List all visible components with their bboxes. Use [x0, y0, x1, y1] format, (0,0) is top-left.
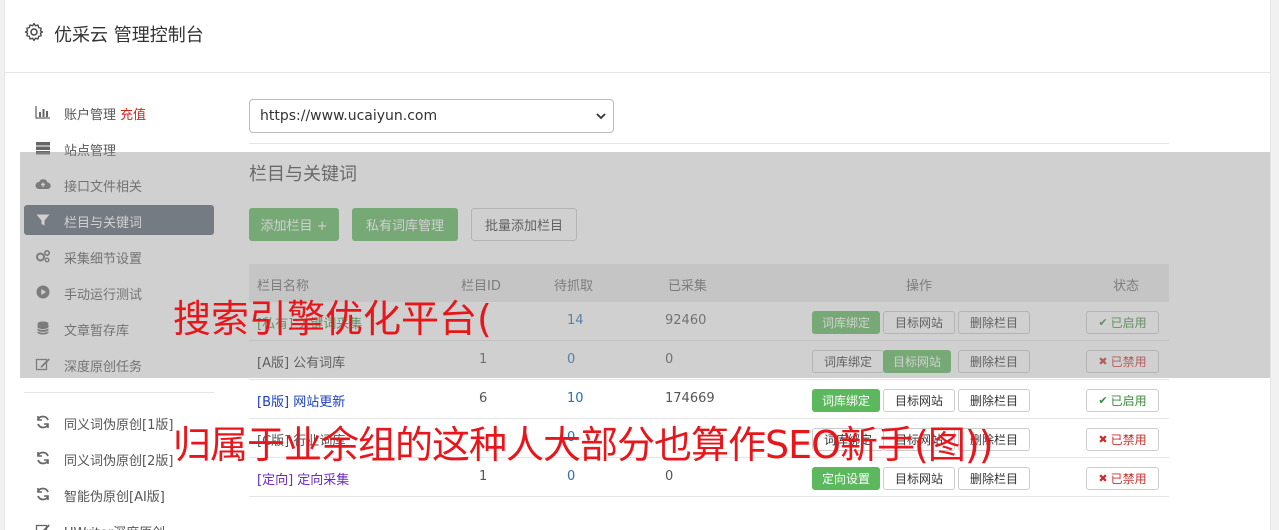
delete-column-button[interactable]: 删除栏目 — [958, 389, 1030, 412]
target-site-button[interactable]: 目标网站 — [883, 389, 955, 412]
edit-icon — [35, 523, 51, 530]
sidebar-item-label: 智能伪原创[AI版] — [64, 490, 165, 505]
pending-count[interactable]: 0 — [567, 352, 575, 367]
check-icon: ✔ — [1098, 394, 1108, 407]
target-site-button[interactable]: 目标网站 — [883, 350, 951, 373]
server-icon — [35, 141, 51, 155]
site-select-value: https://www.ucaiyun.com — [260, 108, 438, 124]
cogs-icon — [35, 249, 51, 263]
sidebar-item-label: UWriter深度原创 — [64, 522, 165, 530]
column-name-link[interactable]: [A版] 公有词库 — [257, 352, 345, 371]
bar-chart-icon — [35, 105, 51, 119]
status-label: 已禁用 — [1110, 433, 1147, 447]
sidebar-item-label: 同义词伪原创[1版] — [64, 418, 174, 433]
status-label: 已启用 — [1110, 316, 1147, 330]
status-label: 已禁用 — [1110, 355, 1147, 369]
filter-icon — [35, 213, 51, 227]
sidebar-item-label: 手动运行测试 — [64, 288, 143, 303]
sidebar-item-label: 站点管理 — [64, 144, 117, 159]
sidebar-item-uwriter[interactable]: UWriter深度原创 — [24, 515, 214, 530]
delete-column-button[interactable]: 删除栏目 — [958, 311, 1030, 334]
sidebar-divider — [24, 392, 214, 393]
column-id: 1 — [479, 469, 488, 484]
column-name-link[interactable]: [B版] 网站更新 — [257, 391, 345, 410]
collected-count: 0 — [665, 352, 674, 367]
sidebar-item-ai-pseudo-original[interactable]: 智能伪原创[AI版] — [24, 479, 214, 509]
column-name-link[interactable]: [定向] 定向采集 — [257, 469, 349, 488]
column-header: 待抓取 — [554, 279, 594, 294]
sidebar-item-label: 采集细节设置 — [64, 252, 143, 267]
sidebar-item-collect-settings[interactable]: 采集细节设置 — [24, 241, 214, 271]
section-divider — [249, 143, 1169, 144]
lexicon-bind-button[interactable]: 词库绑定 — [812, 350, 884, 373]
sidebar-item-deep-original-tasks[interactable]: 深度原创任务 — [24, 349, 214, 379]
column-header: 操作 — [906, 279, 933, 294]
cross-icon: ✖ — [1098, 433, 1108, 446]
collected-count: 174669 — [665, 391, 715, 406]
top-header: 优采云 管理控制台 — [5, 0, 1270, 73]
lexicon-bind-button[interactable]: 定向设置 — [812, 467, 880, 490]
overlay-text-line2: 归属于业余组的这种人大部分也算作SEO新手(图)) — [173, 423, 994, 467]
sidebar-item-interface-files[interactable]: 接口文件相关 — [24, 169, 214, 199]
status-label: 已启用 — [1110, 394, 1147, 408]
delete-column-button[interactable]: 删除栏目 — [958, 467, 1030, 490]
target-site-button[interactable]: 目标网站 — [883, 467, 955, 490]
column-id: 6 — [479, 391, 488, 406]
refresh-icon — [35, 451, 51, 465]
sidebar-item-columns-keywords[interactable]: 栏目与关键词 — [24, 205, 214, 235]
add-column-button[interactable]: 添加栏目 + — [249, 208, 339, 241]
sidebar-item-label: 深度原创任务 — [64, 360, 143, 375]
pending-count[interactable]: 14 — [567, 313, 584, 328]
recharge-link[interactable]: 充值 — [120, 108, 146, 123]
console-frame: 优采云 管理控制台 账户管理 充值 站点管理 接口文件相关 栏目与关键词 采集细… — [4, 0, 1271, 530]
cloud-upload-icon — [35, 177, 51, 191]
sidebar-item-label: 账户管理 — [64, 108, 117, 123]
sidebar-item-sites[interactable]: 站点管理 — [24, 133, 214, 163]
status-toggle-button[interactable]: ✖ 已禁用 — [1086, 350, 1159, 373]
sidebar-item-label: 接口文件相关 — [64, 180, 143, 195]
target-site-button[interactable]: 目标网站 — [883, 311, 955, 334]
collected-count: 92460 — [665, 313, 707, 328]
status-toggle-button[interactable]: ✖ 已禁用 — [1086, 467, 1159, 490]
site-select[interactable]: https://www.ucaiyun.com — [249, 99, 614, 133]
status-toggle-button[interactable]: ✖ 已禁用 — [1086, 428, 1159, 451]
sidebar-item-label: 同义词伪原创[2版] — [64, 454, 174, 469]
pending-count[interactable]: 0 — [567, 469, 575, 484]
section-title: 栏目与关键词 — [249, 164, 357, 185]
sidebar-item-account[interactable]: 账户管理 充值 — [24, 97, 214, 127]
status-toggle-button[interactable]: ✔ 已启用 — [1086, 389, 1159, 412]
table-row: [A版] 公有词库 1 0 0 词库绑定 目标网站 删除栏目 ✖ 已禁用 — [249, 341, 1169, 380]
sidebar-item-label: 文章暂存库 — [64, 324, 130, 339]
column-id: 1 — [479, 352, 488, 367]
chevron-down-icon — [596, 113, 606, 120]
lexicon-bind-button[interactable]: 词库绑定 — [812, 311, 880, 334]
console-title: 优采云 管理控制台 — [54, 25, 204, 46]
check-icon: ✔ — [1098, 316, 1108, 329]
column-header: 已采集 — [668, 279, 708, 294]
status-label: 已禁用 — [1110, 472, 1147, 486]
collected-count: 0 — [665, 469, 674, 484]
column-header: 状态 — [1113, 279, 1140, 294]
refresh-icon — [35, 487, 51, 501]
play-circle-icon — [35, 285, 51, 299]
gear-icon — [24, 22, 44, 42]
overlay-text-line1: 搜索引擎优化平台( — [173, 297, 492, 341]
delete-column-button[interactable]: 删除栏目 — [958, 350, 1030, 373]
database-icon — [35, 321, 51, 335]
private-lexicon-button[interactable]: 私有词库管理 — [352, 208, 458, 241]
sidebar-item-label: 栏目与关键词 — [64, 216, 143, 231]
edit-icon — [35, 357, 51, 371]
cross-icon: ✖ — [1098, 355, 1108, 368]
status-toggle-button[interactable]: ✔ 已启用 — [1086, 311, 1159, 334]
pending-count[interactable]: 10 — [567, 391, 584, 406]
batch-add-column-button[interactable]: 批量添加栏目 — [471, 208, 577, 241]
refresh-icon — [35, 415, 51, 429]
cross-icon: ✖ — [1098, 472, 1108, 485]
lexicon-bind-button[interactable]: 词库绑定 — [812, 389, 880, 412]
